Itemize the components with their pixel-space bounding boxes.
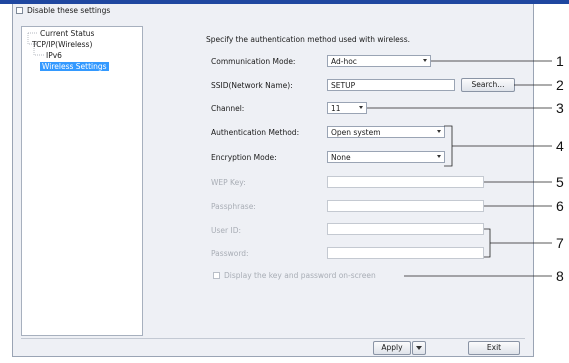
callout-1: 1 [556,53,564,69]
callout-8: 8 [556,268,564,284]
callout-4: 4 [556,138,564,154]
callout-2: 2 [556,77,564,93]
callout-3: 3 [556,100,564,116]
callout-6: 6 [556,198,564,214]
callout-7: 7 [556,235,564,251]
callout-lines [367,60,552,277]
callout-5: 5 [556,174,564,190]
